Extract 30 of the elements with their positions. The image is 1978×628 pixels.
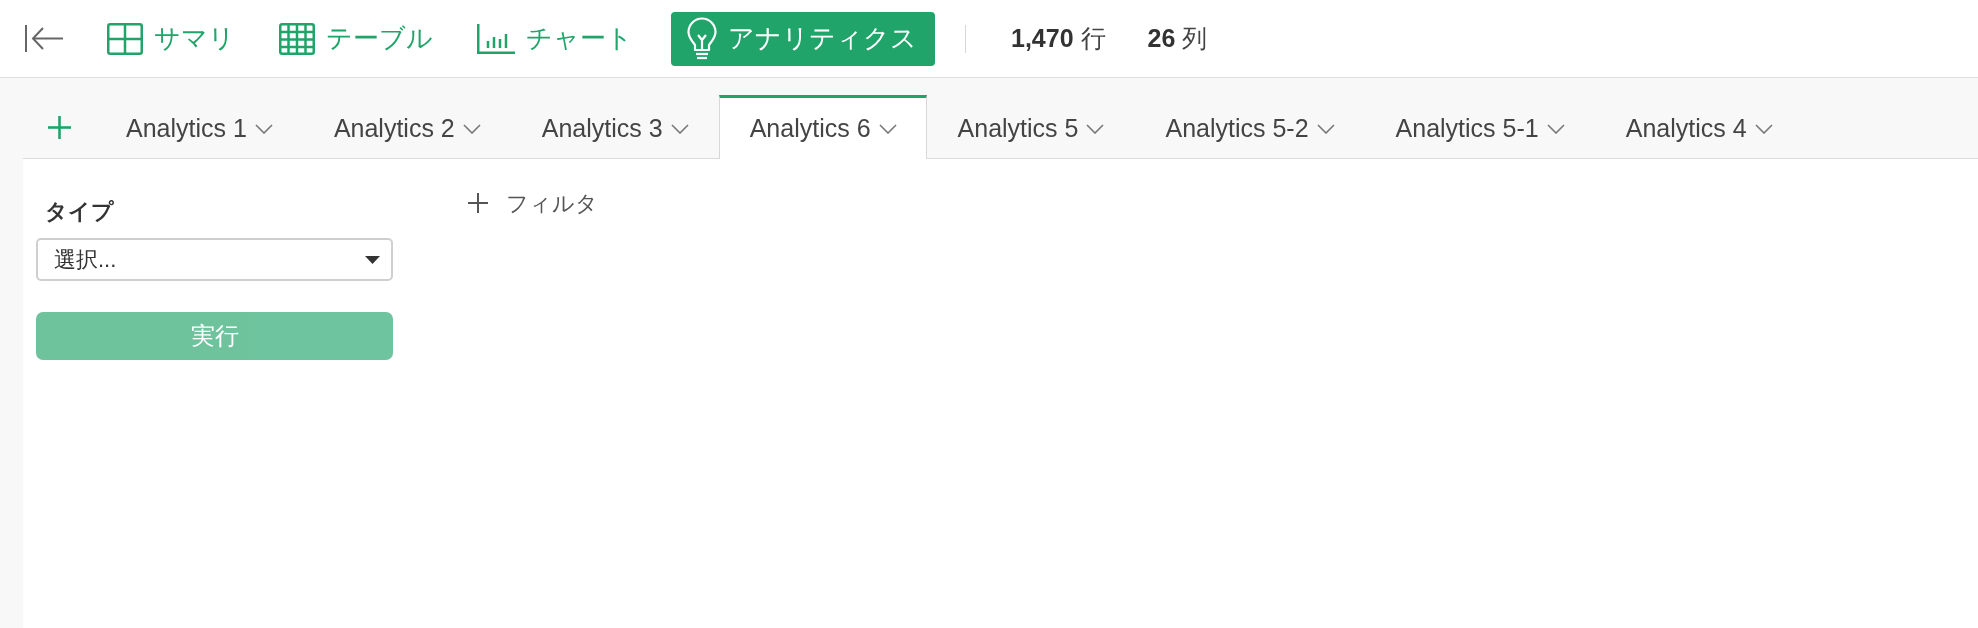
chevron-down-icon	[1754, 123, 1773, 134]
chevron-down-icon	[1316, 123, 1335, 134]
chevron-down-icon	[254, 123, 273, 134]
grid-icon	[107, 22, 143, 55]
plus-icon	[47, 115, 71, 139]
analysis-tab[interactable]: Analytics 3	[510, 95, 719, 159]
chevron-down-icon	[1086, 123, 1105, 134]
chevron-down-icon	[1546, 123, 1565, 134]
bar-chart-icon	[477, 23, 515, 54]
chevron-down-icon	[670, 123, 689, 134]
chevron-down-icon	[462, 123, 481, 134]
row-count: 1,470 行	[1011, 22, 1106, 54]
add-filter-button[interactable]: フィルタ	[468, 188, 598, 218]
analysis-tab[interactable]: Analytics 5	[926, 95, 1135, 159]
plus-icon	[468, 193, 488, 213]
analysis-tab[interactable]: Analytics 6	[718, 95, 927, 159]
caret-down-icon	[365, 255, 380, 264]
analysis-tab[interactable]: Analytics 5-2	[1134, 95, 1365, 159]
lightbulb-icon	[687, 16, 717, 61]
analysis-tab[interactable]: Analytics 1	[95, 95, 303, 159]
table-icon	[279, 22, 315, 55]
chevron-down-icon	[878, 123, 897, 134]
collapse-button[interactable]	[25, 25, 63, 52]
analysis-tab[interactable]: Analytics 4	[1594, 95, 1803, 159]
collapse-left-icon	[25, 25, 63, 52]
column-count: 26 列	[1147, 22, 1208, 54]
analysis-tab[interactable]: Analytics 2	[302, 95, 511, 159]
type-label: タイプ	[44, 198, 115, 226]
type-select[interactable]: 選択...	[36, 238, 393, 281]
analysis-tab[interactable]: Analytics 5-1	[1364, 95, 1595, 159]
